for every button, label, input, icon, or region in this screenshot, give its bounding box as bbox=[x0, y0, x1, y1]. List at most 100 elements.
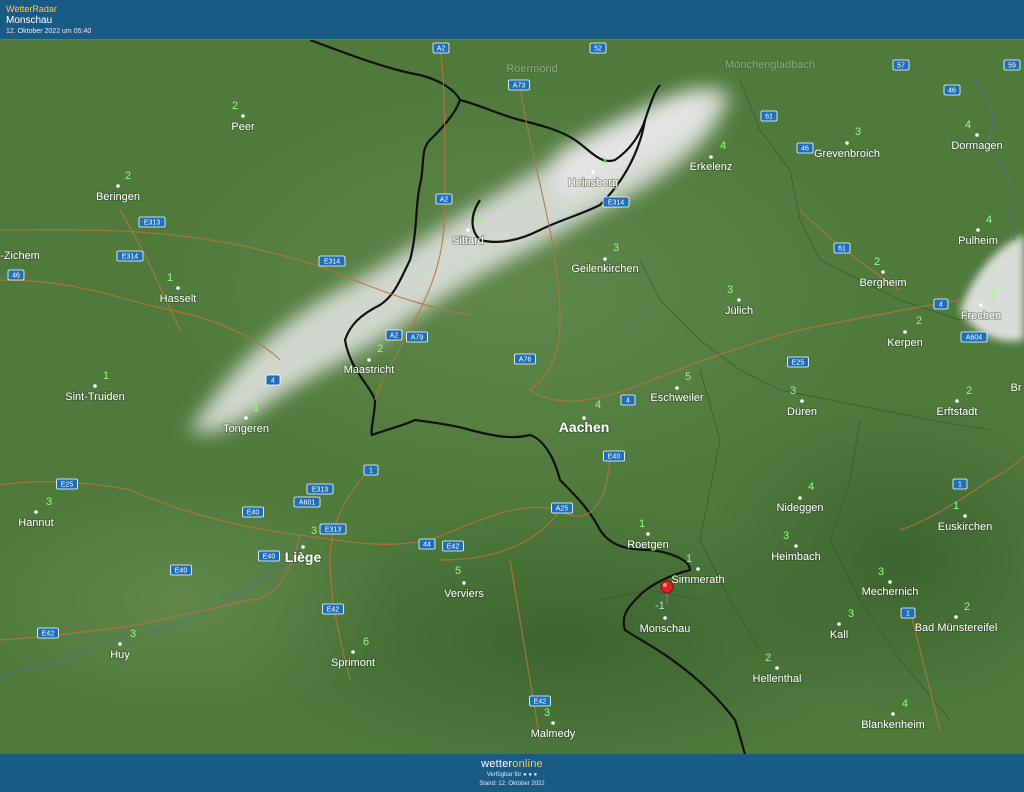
road-shield: A79 bbox=[406, 331, 428, 343]
road-shield: 1 bbox=[363, 464, 379, 476]
svg-text:A2: A2 bbox=[440, 197, 449, 204]
city-dot bbox=[34, 510, 38, 514]
temperature-label: 1 bbox=[253, 402, 259, 414]
web-icon[interactable]: ● bbox=[534, 772, 538, 778]
road-shield: 46 bbox=[943, 84, 961, 96]
footer-brand[interactable]: wetteronline bbox=[0, 758, 1024, 770]
city-zichem[interactable]: -Zichem bbox=[0, 249, 41, 263]
road-shield: 61 bbox=[833, 242, 851, 254]
temperature-label: 1 bbox=[639, 518, 645, 530]
city-name: Mechernich bbox=[862, 586, 919, 598]
svg-text:E42: E42 bbox=[534, 699, 547, 706]
road-shield: E314 bbox=[602, 196, 630, 208]
city-name: Roetgen bbox=[627, 539, 669, 551]
apple-icon[interactable]: ● bbox=[523, 772, 527, 778]
city-name: Jülich bbox=[725, 305, 753, 317]
city-name: Mönchengladbach bbox=[725, 59, 815, 71]
city-name: Grevenbroich bbox=[814, 148, 880, 160]
svg-text:A73: A73 bbox=[513, 83, 526, 90]
road-shield: 57 bbox=[892, 59, 910, 71]
road-shield: E314 bbox=[318, 255, 346, 267]
city-name: Sint-Truiden bbox=[65, 391, 125, 403]
temperature-label: 3 bbox=[601, 155, 607, 167]
svg-text:4: 4 bbox=[271, 378, 275, 385]
road-shield: 46 bbox=[796, 142, 814, 154]
temperature-label: 3 bbox=[783, 530, 789, 542]
road-shield: E40 bbox=[242, 506, 264, 518]
datetime-label: 12. Oktober 2022 um 05:40 bbox=[6, 28, 92, 35]
temperature-label: 4 bbox=[986, 214, 992, 226]
city-dot bbox=[591, 170, 595, 174]
city-name: Aachen bbox=[559, 419, 610, 435]
svg-text:A76: A76 bbox=[519, 357, 532, 364]
city-name: Hasselt bbox=[160, 293, 197, 305]
city-name: Erkelenz bbox=[690, 161, 733, 173]
road-shield: 59 bbox=[1003, 59, 1021, 71]
road-shield: E40 bbox=[258, 550, 280, 562]
road-shield: A604 bbox=[960, 331, 988, 343]
svg-text:1: 1 bbox=[369, 468, 373, 475]
city-dot bbox=[675, 386, 679, 390]
svg-text:61: 61 bbox=[765, 114, 773, 121]
temperature-label: 3 bbox=[855, 126, 861, 138]
city-name: Maastricht bbox=[344, 364, 395, 376]
city-dot bbox=[975, 133, 979, 137]
city-dot bbox=[845, 141, 849, 145]
temperature-label: 2 bbox=[765, 652, 771, 664]
road-shield: A601 bbox=[293, 496, 321, 508]
svg-text:46: 46 bbox=[12, 273, 20, 280]
app-header: WetterRadar Monschau 12. Oktober 2022 um… bbox=[0, 0, 1024, 40]
road-shield: E25 bbox=[787, 356, 809, 368]
city-name: -Zichem bbox=[0, 250, 40, 262]
city-name: Peer bbox=[231, 121, 255, 133]
temperature-label: 3 bbox=[727, 284, 733, 296]
road-shield: 61 bbox=[760, 110, 778, 122]
city-dot bbox=[800, 399, 804, 403]
svg-text:E25: E25 bbox=[61, 482, 74, 489]
footer-availability: Verfügbar für ● ● ● bbox=[486, 772, 538, 778]
city-dot bbox=[963, 514, 967, 518]
city-name: Bad Münstereifel bbox=[915, 622, 998, 634]
temperature-label: 2 bbox=[966, 385, 972, 397]
city-dot bbox=[881, 270, 885, 274]
temperature-label: 2 bbox=[964, 601, 970, 613]
road-shield: A76 bbox=[514, 353, 536, 365]
road-shield: A2 bbox=[435, 193, 453, 205]
svg-text:A604: A604 bbox=[966, 335, 982, 342]
road-shield: 4 bbox=[265, 374, 281, 386]
svg-text:1: 1 bbox=[958, 482, 962, 489]
city-dot bbox=[551, 721, 555, 725]
city-name: Erftstadt bbox=[937, 406, 978, 418]
svg-text:46: 46 bbox=[801, 146, 809, 153]
temperature-label: 1 bbox=[953, 500, 959, 512]
city-dot bbox=[603, 257, 607, 261]
temperature-label: 1 bbox=[103, 370, 109, 382]
road-shield: E42 bbox=[322, 603, 344, 615]
svg-text:E40: E40 bbox=[608, 454, 621, 461]
temperature-label: 4 bbox=[990, 289, 996, 301]
city-name: Verviers bbox=[444, 588, 484, 600]
city-name: Euskirchen bbox=[938, 521, 992, 533]
city-dot bbox=[954, 615, 958, 619]
city-dot bbox=[709, 155, 713, 159]
app-footer: wetteronline Verfügbar für ● ● ● Stand: … bbox=[0, 754, 1024, 792]
city-dot bbox=[903, 330, 907, 334]
city-dot bbox=[955, 399, 959, 403]
road-shield: 4 bbox=[933, 298, 949, 310]
road-shield: E25 bbox=[56, 478, 78, 490]
android-icon[interactable]: ● bbox=[528, 772, 532, 778]
svg-text:E314: E314 bbox=[324, 259, 340, 266]
road-shield: 4 bbox=[620, 394, 636, 406]
svg-text:E314: E314 bbox=[608, 200, 624, 207]
road-shield: A73 bbox=[508, 79, 530, 91]
weather-radar-map[interactable]: A2 52 A73 57 46 59 61 46 A2 E314 E313 E314 46 61 E314 A… bbox=[0, 40, 1024, 754]
city-name: Br bbox=[1011, 382, 1022, 394]
location-title: Monschau bbox=[6, 15, 53, 26]
road-shield: E313 bbox=[306, 483, 334, 495]
city-name: Nideggen bbox=[776, 502, 823, 514]
temperature-label: 4 bbox=[902, 698, 908, 710]
city-dot bbox=[775, 666, 779, 670]
city-dot bbox=[176, 286, 180, 290]
city-name: Sittard bbox=[452, 235, 484, 247]
city-dot bbox=[976, 228, 980, 232]
